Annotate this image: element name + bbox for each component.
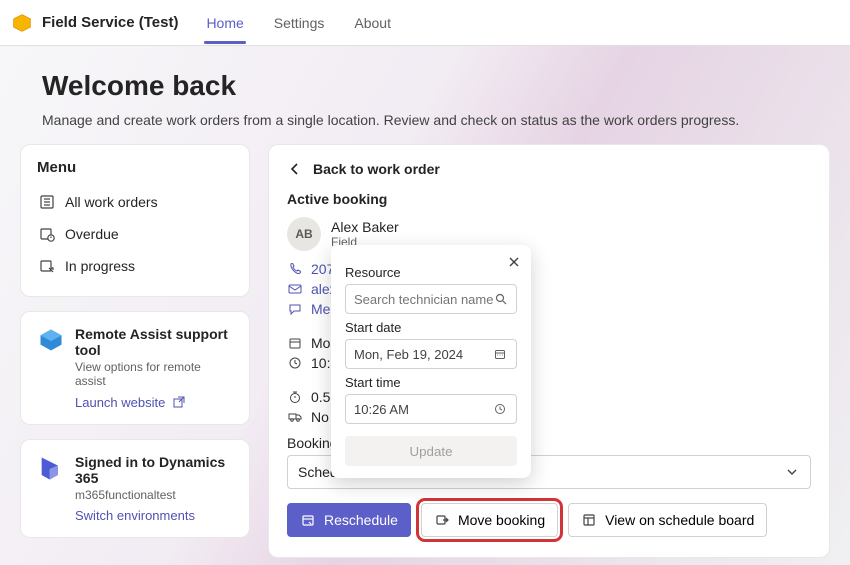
close-icon[interactable] bbox=[507, 255, 521, 269]
resource-search-field[interactable] bbox=[354, 292, 494, 307]
menu-item-label: Overdue bbox=[65, 226, 119, 242]
menu-card: Menu All work orders Overdue In progress bbox=[20, 144, 250, 297]
view-schedule-board-button[interactable]: View on schedule board bbox=[568, 503, 767, 537]
start-date-label: Start date bbox=[345, 320, 517, 335]
launch-website-link[interactable]: Launch website bbox=[75, 394, 187, 410]
email-icon bbox=[287, 281, 303, 297]
inprogress-icon bbox=[39, 258, 55, 274]
welcome-subtitle: Manage and create work orders from a sin… bbox=[42, 112, 830, 128]
dynamics-icon bbox=[37, 454, 65, 482]
back-to-work-order[interactable]: Back to work order bbox=[287, 161, 811, 177]
reschedule-button[interactable]: Reschedule bbox=[287, 503, 411, 537]
remote-assist-card: Remote Assist support tool View options … bbox=[20, 311, 250, 425]
avatar: AB bbox=[287, 217, 321, 251]
start-time-label: Start time bbox=[345, 375, 517, 390]
main-panel: Back to work order Active booking AB Ale… bbox=[268, 144, 830, 558]
list-icon bbox=[39, 194, 55, 210]
tab-settings[interactable]: Settings bbox=[264, 3, 335, 43]
calendar-icon bbox=[492, 346, 508, 362]
switch-environments-link[interactable]: Switch environments bbox=[75, 508, 195, 523]
calendar-icon bbox=[287, 335, 303, 351]
remote-assist-title: Remote Assist support tool bbox=[75, 326, 233, 358]
search-icon bbox=[494, 291, 509, 307]
dynamics-card: Signed in to Dynamics 365 m365functional… bbox=[20, 439, 250, 538]
clock-icon bbox=[492, 401, 508, 417]
tab-about[interactable]: About bbox=[344, 3, 401, 43]
person-name: Alex Baker bbox=[331, 219, 399, 235]
app-logo-icon bbox=[12, 13, 32, 33]
board-icon bbox=[581, 512, 597, 528]
menu-item-all[interactable]: All work orders bbox=[37, 186, 233, 218]
resource-search-input[interactable] bbox=[345, 284, 517, 314]
dynamics-title: Signed in to Dynamics 365 bbox=[75, 454, 233, 486]
reschedule-icon bbox=[300, 512, 316, 528]
update-button[interactable]: Update bbox=[345, 436, 517, 466]
back-arrow-icon bbox=[287, 161, 303, 177]
menu-item-overdue[interactable]: Overdue bbox=[37, 218, 233, 250]
phone-icon bbox=[287, 261, 303, 277]
chat-icon bbox=[287, 301, 303, 317]
external-link-icon bbox=[171, 394, 187, 410]
remote-assist-icon bbox=[37, 326, 65, 354]
page-body: Welcome back Manage and create work orde… bbox=[0, 46, 850, 565]
resource-label: Resource bbox=[345, 265, 517, 280]
menu-heading: Menu bbox=[37, 159, 233, 176]
start-time-input[interactable]: 10:26 AM bbox=[345, 394, 517, 424]
clock-icon bbox=[287, 355, 303, 371]
move-booking-icon bbox=[434, 512, 450, 528]
dynamics-subtitle: m365functionaltest bbox=[75, 488, 233, 502]
truck-icon bbox=[287, 409, 303, 425]
back-label: Back to work order bbox=[313, 161, 440, 177]
top-header: Field Service (Test) Home Settings About bbox=[0, 0, 850, 46]
menu-item-inprogress[interactable]: In progress bbox=[37, 250, 233, 282]
menu-item-label: In progress bbox=[65, 258, 135, 274]
move-booking-popover: Resource Start date Mon, Feb 19, 2024 St… bbox=[331, 245, 531, 478]
active-booking-heading: Active booking bbox=[287, 191, 811, 207]
timer-icon bbox=[287, 389, 303, 405]
start-date-input[interactable]: Mon, Feb 19, 2024 bbox=[345, 339, 517, 369]
app-title: Field Service (Test) bbox=[42, 14, 178, 31]
menu-item-label: All work orders bbox=[65, 194, 158, 210]
welcome-title: Welcome back bbox=[42, 70, 830, 102]
move-booking-button[interactable]: Move booking bbox=[421, 503, 558, 537]
chevron-down-icon bbox=[784, 464, 800, 480]
tab-home[interactable]: Home bbox=[196, 3, 253, 43]
overdue-icon bbox=[39, 226, 55, 242]
remote-assist-subtitle: View options for remote assist bbox=[75, 360, 233, 388]
